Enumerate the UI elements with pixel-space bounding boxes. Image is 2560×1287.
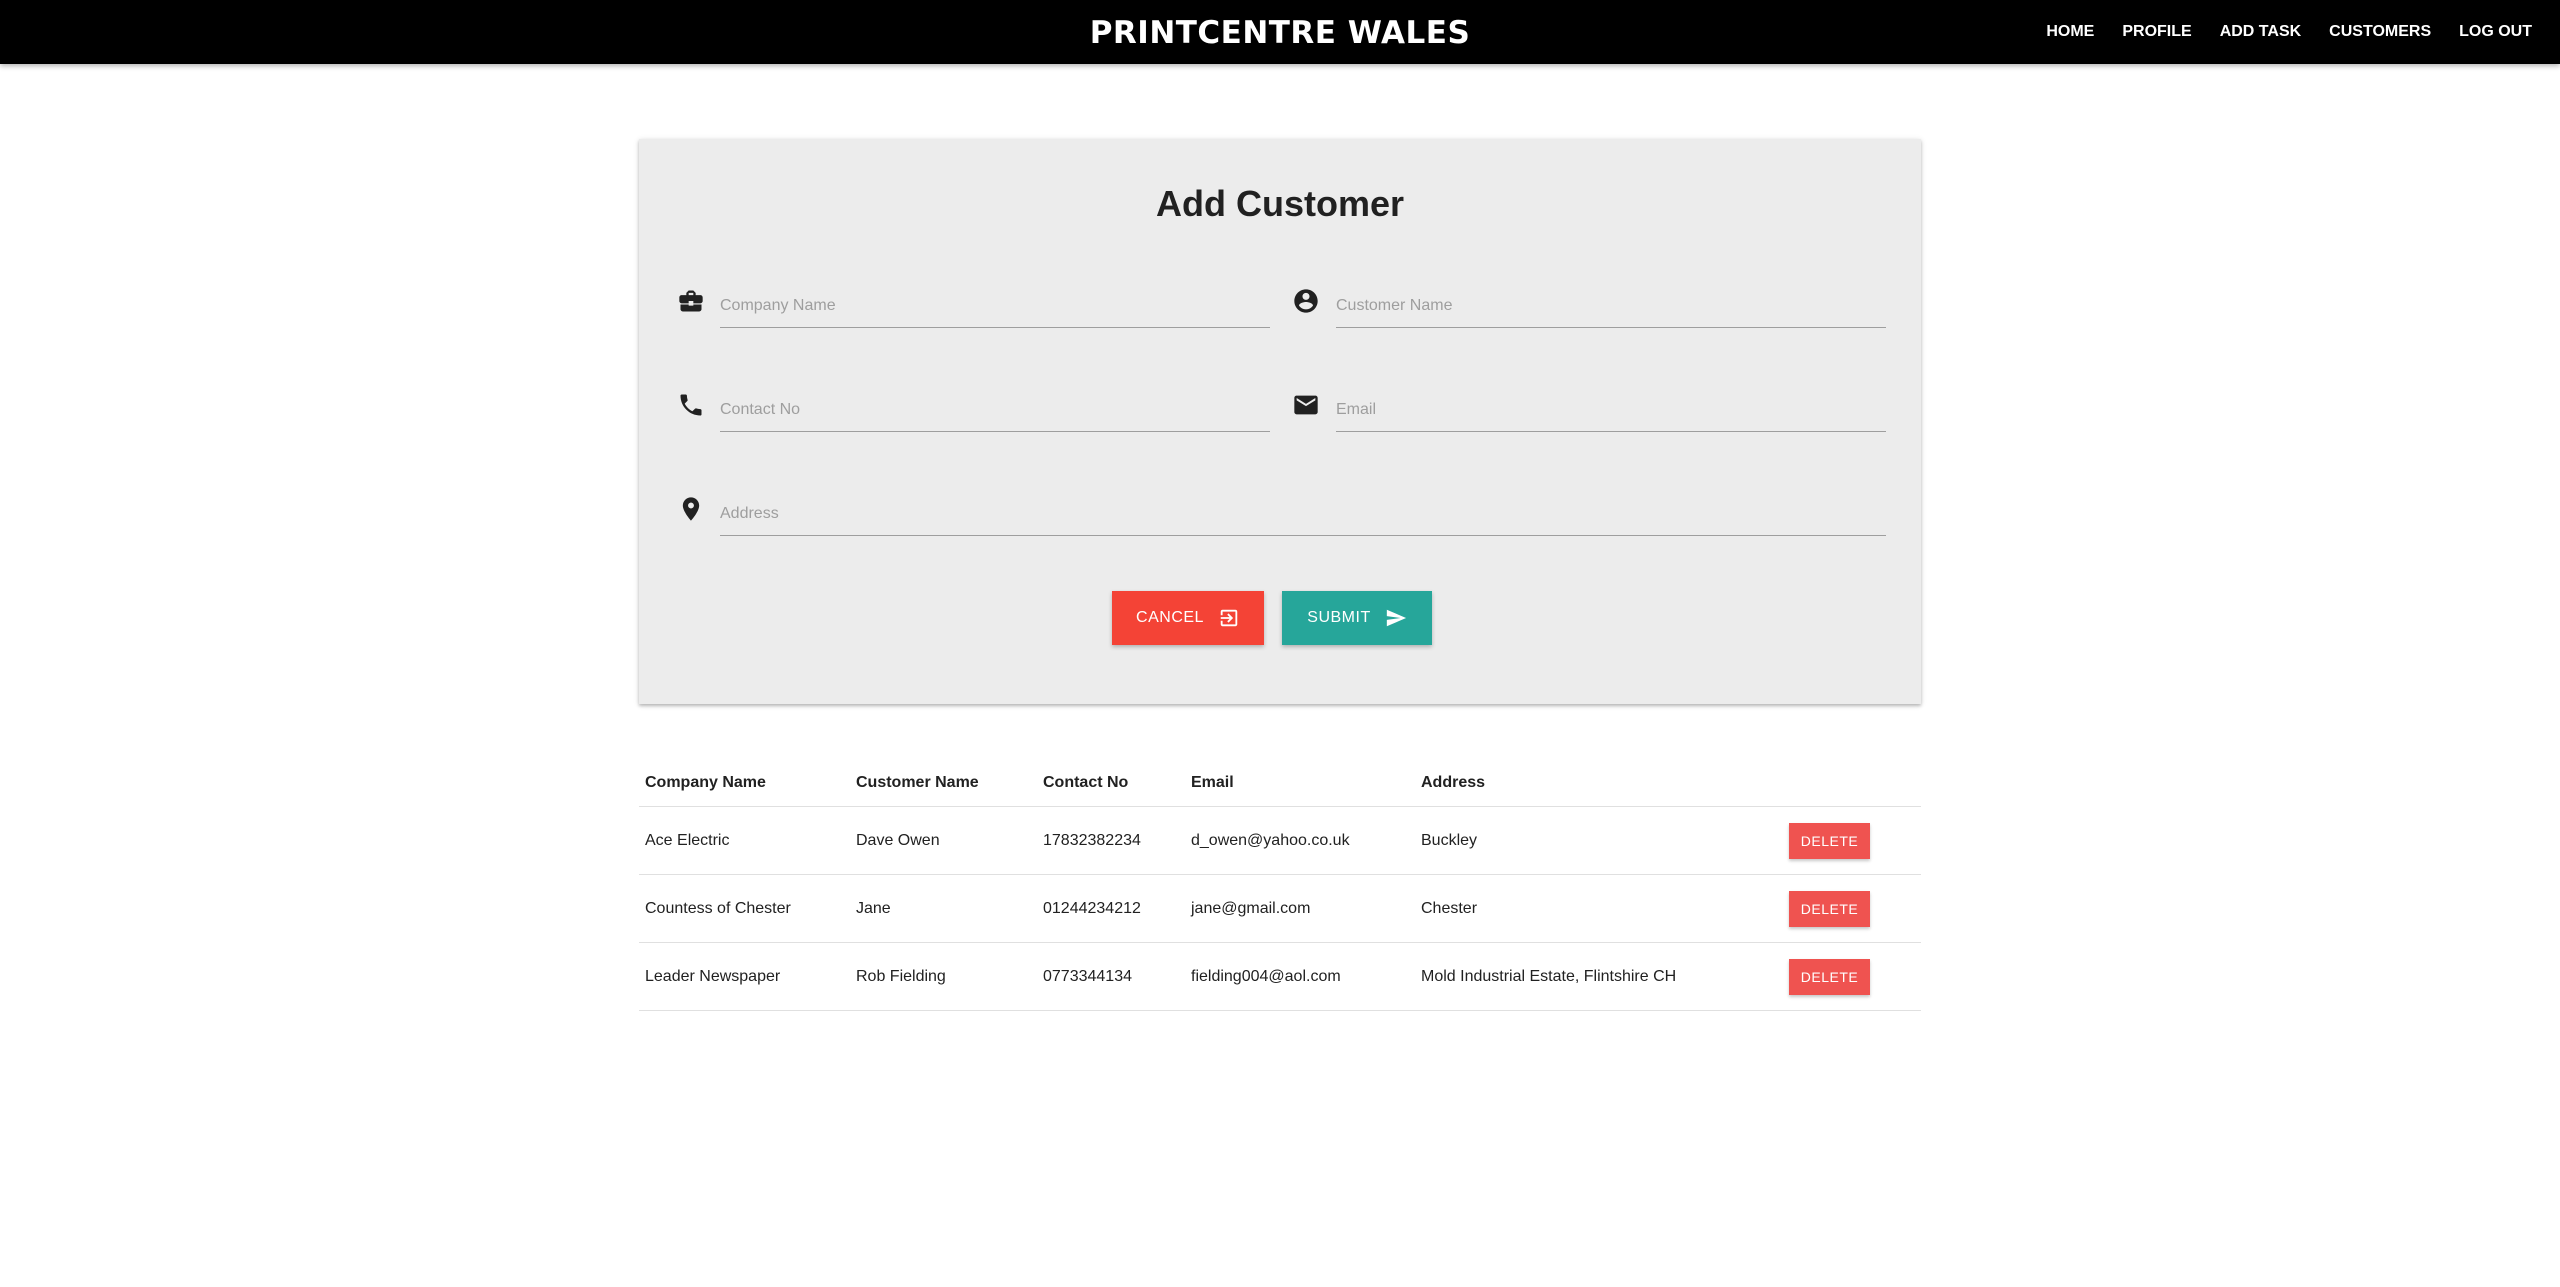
customers-table: Company Name Customer Name Contact No Em… bbox=[639, 751, 1921, 1011]
nav-links: HOME PROFILE ADD TASK CUSTOMERS LOG OUT bbox=[2032, 0, 2546, 64]
delete-button[interactable]: DELETE bbox=[1789, 823, 1870, 859]
cell-address: Buckley bbox=[1421, 831, 1478, 849]
mail-icon bbox=[1292, 391, 1320, 419]
location-pin-icon bbox=[677, 495, 705, 523]
cell-address: Chester bbox=[1421, 899, 1478, 917]
add-customer-card: Add Customer CANCEL SUBMIT bbox=[639, 139, 1921, 704]
table-row: Countess of Chester Jane 01244234212 jan… bbox=[639, 875, 1921, 943]
cell-company-name: Countess of Chester bbox=[645, 899, 791, 917]
delete-button[interactable]: DELETE bbox=[1789, 959, 1870, 995]
top-navbar: PRINTCENTRE WALES HOME PROFILE ADD TASK … bbox=[0, 0, 2560, 64]
nav-link-home[interactable]: HOME bbox=[2032, 0, 2108, 64]
nav-link-profile[interactable]: PROFILE bbox=[2108, 0, 2205, 64]
cancel-button[interactable]: CANCEL bbox=[1112, 591, 1264, 645]
delete-button[interactable]: DELETE bbox=[1789, 891, 1870, 927]
phone-icon bbox=[677, 391, 705, 419]
briefcase-icon bbox=[677, 287, 705, 315]
cell-address: Mold Industrial Estate, Flintshire CH bbox=[1421, 967, 1677, 985]
cell-contact-no: 01244234212 bbox=[1043, 899, 1141, 917]
table-row: Ace Electric Dave Owen 17832382234 d_owe… bbox=[639, 807, 1921, 875]
email-input[interactable] bbox=[1336, 388, 1886, 432]
cell-customer-name: Jane bbox=[856, 899, 891, 917]
header-company-name: Company Name bbox=[645, 773, 766, 791]
table-row: Leader Newspaper Rob Fielding 0773344134… bbox=[639, 943, 1921, 1011]
nav-link-customers[interactable]: CUSTOMERS bbox=[2315, 0, 2445, 64]
cell-customer-name: Rob Fielding bbox=[856, 967, 946, 985]
cell-company-name: Ace Electric bbox=[645, 831, 730, 849]
nav-link-log-out[interactable]: LOG OUT bbox=[2445, 0, 2546, 64]
header-address: Address bbox=[1421, 773, 1486, 791]
cell-company-name: Leader Newspaper bbox=[645, 967, 781, 985]
form-title: Add Customer bbox=[1155, 183, 1404, 224]
cell-contact-no: 17832382234 bbox=[1043, 831, 1141, 849]
customer-name-input[interactable] bbox=[1336, 284, 1886, 328]
account-circle-icon bbox=[1292, 287, 1320, 315]
exit-icon bbox=[1218, 607, 1240, 629]
submit-button-label: SUBMIT bbox=[1307, 609, 1371, 626]
cell-email: d_owen@yahoo.co.uk bbox=[1191, 831, 1350, 849]
address-input[interactable] bbox=[720, 492, 1886, 536]
header-email: Email bbox=[1191, 773, 1234, 791]
cell-email: fielding004@aol.com bbox=[1191, 967, 1341, 985]
header-contact-no: Contact No bbox=[1043, 773, 1129, 791]
cell-contact-no: 0773344134 bbox=[1043, 967, 1132, 985]
company-name-input[interactable] bbox=[720, 284, 1270, 328]
nav-link-add-task[interactable]: ADD TASK bbox=[2206, 0, 2315, 64]
contact-no-input[interactable] bbox=[720, 388, 1270, 432]
cancel-button-label: CANCEL bbox=[1136, 609, 1204, 626]
cell-email: jane@gmail.com bbox=[1191, 899, 1311, 917]
header-customer-name: Customer Name bbox=[856, 773, 979, 791]
submit-button[interactable]: SUBMIT bbox=[1282, 591, 1432, 645]
table-header-row: Company Name Customer Name Contact No Em… bbox=[639, 751, 1921, 807]
send-icon bbox=[1385, 607, 1407, 629]
cell-customer-name: Dave Owen bbox=[856, 831, 940, 849]
